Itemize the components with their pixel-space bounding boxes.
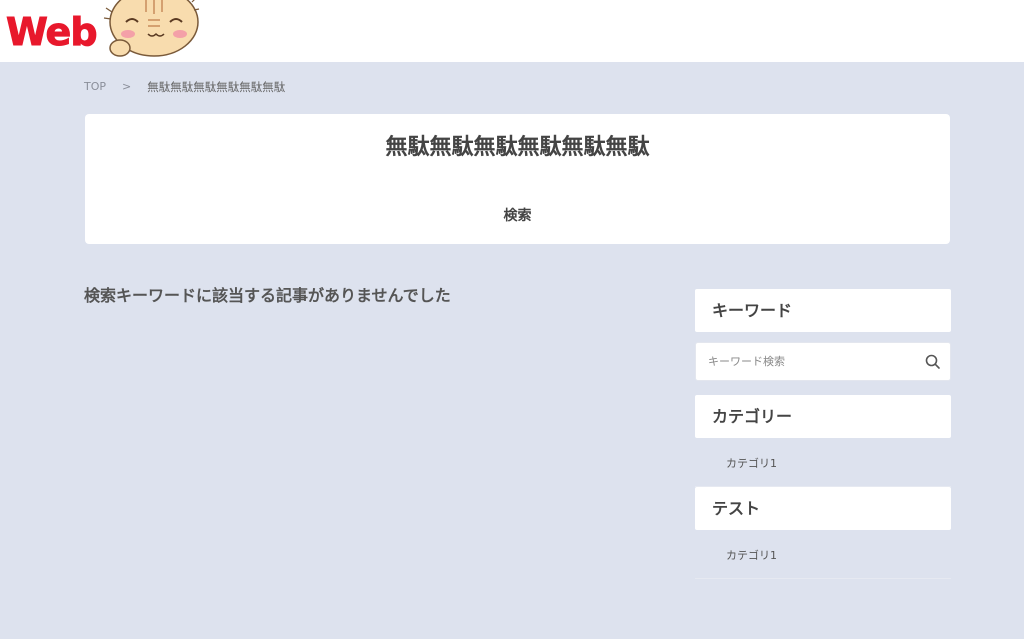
keyword-search-input[interactable] bbox=[696, 343, 916, 380]
cat-mascot-icon bbox=[103, 0, 200, 57]
logo-text: Web bbox=[6, 10, 99, 55]
category-list: カテゴリ1 bbox=[695, 438, 951, 487]
site-header: Web bbox=[0, 0, 1024, 62]
test-widget-heading: テスト bbox=[695, 487, 951, 530]
search-button[interactable] bbox=[924, 353, 942, 371]
site-logo[interactable]: Web bbox=[0, 0, 210, 62]
test-category-list: カテゴリ1 bbox=[695, 530, 951, 579]
breadcrumb-home-link[interactable]: TOP bbox=[84, 79, 106, 95]
category-widget-heading: カテゴリー bbox=[695, 395, 951, 438]
page-subtitle: 検索 bbox=[503, 208, 532, 224]
keyword-search-box bbox=[695, 342, 951, 381]
keyword-widget-heading: キーワード bbox=[695, 289, 951, 332]
category-link[interactable]: カテゴリ1 bbox=[726, 457, 777, 470]
list-item: カテゴリ1 bbox=[695, 530, 951, 579]
search-icon bbox=[925, 354, 940, 369]
no-results-message: 検索キーワードに該当する記事がありませんでした bbox=[84, 286, 451, 305]
sidebar: キーワード カテゴリー カテゴリ1 テスト カテゴリ1 bbox=[695, 289, 951, 579]
page-title-card: 無駄無駄無駄無駄無駄無駄 検索 bbox=[85, 114, 950, 244]
breadcrumb-current: 無駄無駄無駄無駄無駄無駄 bbox=[147, 80, 286, 94]
breadcrumb: TOP > 無駄無駄無駄無駄無駄無駄 bbox=[84, 79, 285, 95]
test-category-link[interactable]: カテゴリ1 bbox=[726, 549, 777, 562]
breadcrumb-separator: > bbox=[122, 80, 132, 93]
list-item: カテゴリ1 bbox=[695, 438, 951, 487]
page-title: 無駄無駄無駄無駄無駄無駄 bbox=[385, 135, 650, 160]
